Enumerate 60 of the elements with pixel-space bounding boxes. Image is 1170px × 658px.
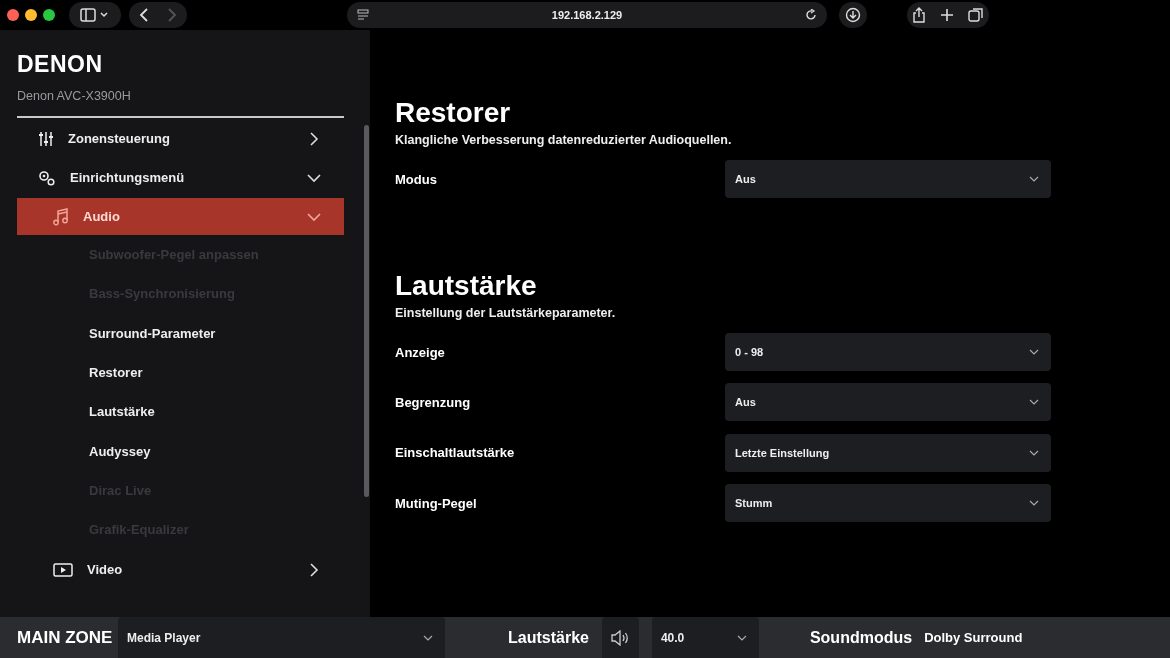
setting-label: Einschaltlautstärke [395, 445, 516, 461]
dropdown[interactable]: 0 - 98 [725, 333, 1051, 371]
chevron-right-icon [307, 131, 321, 146]
chevron-down-icon [1029, 176, 1039, 182]
close-icon[interactable] [7, 9, 19, 21]
setting-label: Modus [395, 171, 438, 187]
sound-mode-label: Soundmodus [809, 628, 913, 647]
menu-item[interactable]: Audyssey [89, 443, 151, 459]
share-icon[interactable] [912, 7, 926, 23]
address-bar[interactable]: 192.168.2.129 [347, 2, 827, 28]
sliders-icon [38, 130, 54, 147]
music-note-icon [53, 207, 69, 226]
sidebar-toggle-button[interactable] [69, 2, 121, 28]
menu-item[interactable]: Video [17, 551, 344, 589]
chevron-down-icon [1029, 449, 1039, 456]
volume-dropdown[interactable]: 40.0 [651, 617, 759, 658]
gears-icon [38, 169, 56, 186]
menu-item[interactable]: Surround-Parameter [89, 325, 216, 341]
source-dropdown[interactable]: Media Player [118, 617, 445, 658]
dropdown[interactable]: Aus [725, 160, 1051, 198]
page-icon[interactable] [357, 9, 369, 21]
menu-item[interactable]: Zonensteuerung [17, 120, 344, 157]
new-tab-icon[interactable] [940, 8, 954, 22]
speaker-icon [610, 629, 631, 646]
scrollbar[interactable] [364, 125, 369, 497]
dropdown[interactable]: Aus [725, 383, 1051, 422]
chevron-down-icon [736, 634, 747, 641]
sound-mode-value: Dolby Surround [924, 630, 1023, 645]
reload-icon[interactable] [805, 9, 817, 21]
brand-logo: DENON [17, 50, 103, 78]
zone-label: MAIN ZONE [17, 627, 114, 648]
dropdown[interactable]: Letzte Einstellung [725, 433, 1051, 472]
section-title: Restorer [395, 97, 511, 129]
menu-item[interactable]: Einrichtungsmenü [17, 159, 344, 196]
section-description: Einstellung der Lautstärkeparameter. [395, 306, 616, 320]
menu-item[interactable]: Lautstärke [89, 404, 155, 420]
chevron-down-icon [1029, 399, 1039, 406]
volume-label: Lautstärke [508, 628, 589, 647]
tabs-icon[interactable] [968, 7, 984, 23]
minimize-icon[interactable] [25, 9, 37, 21]
zoom-icon[interactable] [43, 9, 55, 21]
section-description: Klangliche Verbesserung datenreduzierter Audioquellen. [395, 133, 732, 147]
chevron-down-icon [1029, 500, 1039, 507]
chevron-down-icon [1029, 349, 1039, 355]
sidebar-icon [80, 8, 110, 22]
setting-label: Muting-Pegel [395, 495, 478, 511]
speaker-button[interactable] [601, 617, 639, 658]
menu-item[interactable]: Restorer [89, 365, 143, 381]
menu-item[interactable]: Audio [17, 198, 344, 235]
setting-label: Begrenzung [395, 394, 472, 410]
device-name: Denon AVC-X3900H [17, 89, 131, 103]
chevron-down-icon [423, 634, 433, 641]
section-title: Lautstärke [395, 270, 537, 302]
chevron-right-icon [307, 562, 321, 577]
download-icon [845, 7, 861, 23]
setting-label: Anzeige [395, 344, 446, 360]
back-icon[interactable] [139, 8, 149, 22]
download-button[interactable] [839, 2, 867, 28]
video-icon [53, 562, 73, 577]
dropdown[interactable]: Stumm [725, 484, 1051, 523]
